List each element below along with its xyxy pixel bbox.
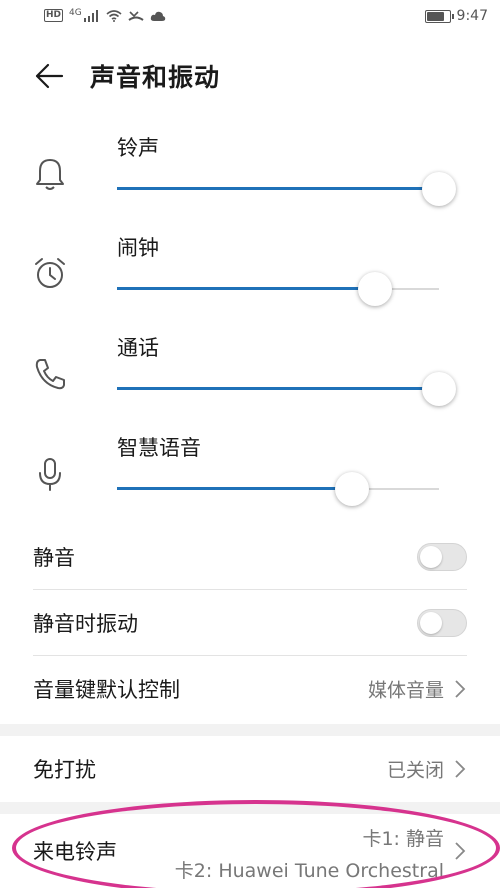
setting-row-mute-vibrate[interactable]: 静音时振动 [0, 590, 500, 656]
network-type: 4G [69, 7, 82, 18]
battery-icon [424, 9, 454, 23]
volume-row-alarm: 闹钟 [0, 218, 500, 318]
slider-thumb[interactable] [357, 272, 392, 306]
volume-row-call: 通话 [0, 318, 500, 418]
call-volume-slider[interactable] [117, 372, 456, 406]
wifi-icon [106, 9, 122, 22]
slider-fill [117, 187, 439, 190]
ringtone-volume-slider[interactable] [117, 172, 456, 206]
alarm-volume-slider[interactable] [117, 272, 439, 306]
settings-card-dnd: 免打扰 已关闭 [0, 736, 500, 802]
slider-thumb[interactable] [422, 172, 456, 206]
setting-value: 已关闭 [386, 759, 444, 782]
missed-call-icon [128, 10, 144, 21]
setting-row-mute[interactable]: 静音 [0, 524, 500, 590]
chevron-right-icon [455, 760, 466, 778]
setting-row-dnd[interactable]: 免打扰 已关闭 [0, 736, 500, 802]
app-bar: 声音和振动 [0, 36, 500, 118]
setting-label: 音量键默认控制 [33, 678, 180, 702]
status-right: 9:47 [424, 8, 488, 24]
status-bar: HD 4G 9:47 [0, 0, 500, 36]
mute-toggle[interactable] [417, 543, 467, 571]
toggle-knob [420, 546, 442, 568]
page-title: 声音和振动 [90, 63, 221, 92]
slider-fill [117, 287, 375, 290]
chevron-right-icon [455, 680, 466, 698]
signal-icon [83, 9, 98, 22]
volume-row-ringtone: 铃声 [0, 118, 500, 218]
cloud-icon [150, 11, 165, 21]
setting-label: 免打扰 [33, 758, 96, 782]
annotation-highlight-ellipse [12, 800, 500, 888]
setting-row-volume-key[interactable]: 音量键默认控制 媒体音量 [0, 656, 500, 722]
slider-fill [117, 487, 353, 490]
volume-label: 铃声 [117, 136, 159, 160]
volume-label: 智慧语音 [117, 436, 201, 460]
setting-label: 静音时振动 [33, 612, 138, 636]
settings-card-mute: 静音 静音时振动 音量键默认控制 媒体音量 [0, 524, 500, 724]
volume-label: 闹钟 [117, 236, 159, 260]
arrow-left-icon[interactable] [34, 60, 64, 92]
battery-level [426, 11, 444, 21]
slider-thumb[interactable] [335, 472, 370, 506]
microphone-icon [39, 458, 61, 491]
mute-vibrate-toggle[interactable] [417, 609, 467, 637]
volume-section: 铃声 闹钟 通话 智慧语音 [0, 118, 500, 528]
slider-thumb[interactable] [422, 372, 456, 406]
alarm-clock-icon [35, 258, 65, 288]
volume-row-voice-assistant: 智慧语音 [0, 418, 500, 518]
toggle-knob [420, 612, 442, 634]
hd-icon: HD [44, 9, 64, 22]
setting-label: 静音 [33, 546, 75, 570]
volume-label: 通话 [117, 336, 159, 360]
phone-icon [35, 359, 65, 390]
setting-value: 媒体音量 [367, 679, 444, 702]
bell-icon [36, 159, 64, 190]
status-left: HD 4G [44, 7, 166, 22]
status-time: 9:47 [456, 8, 488, 24]
slider-fill [117, 387, 439, 390]
voice-assistant-volume-slider[interactable] [117, 472, 439, 506]
